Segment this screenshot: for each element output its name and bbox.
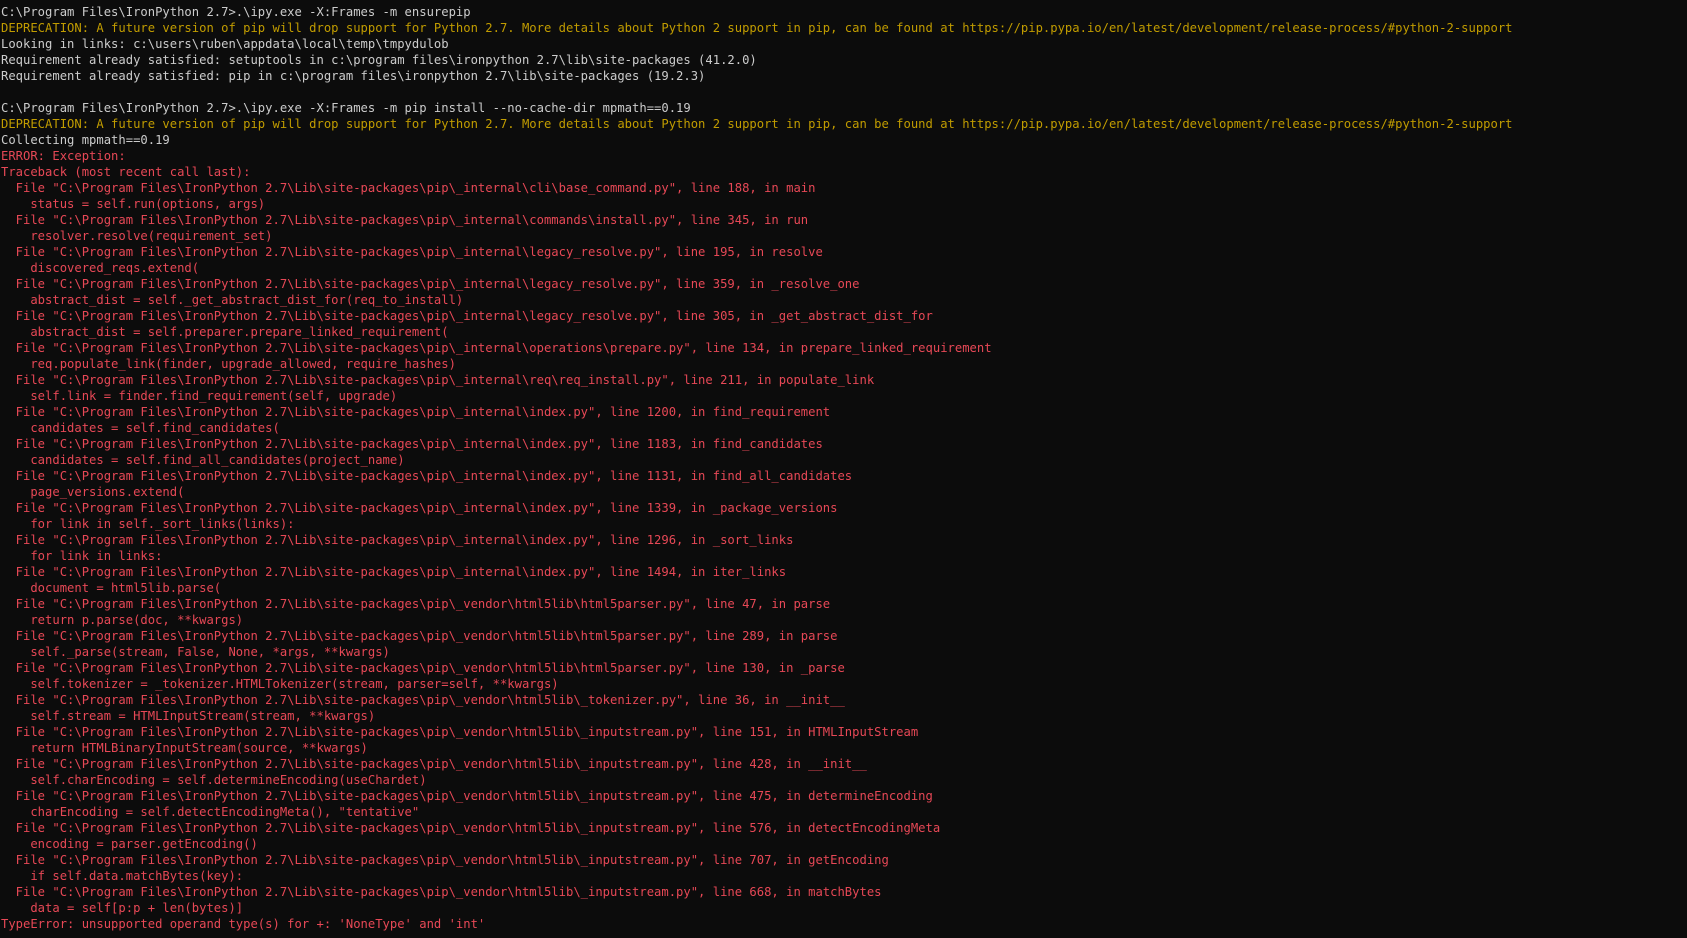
- error-line: page_versions.extend(: [1, 485, 185, 499]
- error-line: status = self.run(options, args): [1, 197, 266, 211]
- output-line: Requirement already satisfied: pip in c:…: [1, 69, 706, 83]
- error-line: for link in self._sort_links(links):: [1, 517, 295, 531]
- error-line: return HTMLBinaryInputStream(source, **k…: [1, 741, 368, 755]
- error-line: data = self[p:p + len(bytes)]: [1, 901, 244, 915]
- output-line: Collecting mpmath==0.19: [1, 133, 170, 147]
- output-line: C:\Program Files\IronPython 2.7>.\ipy.ex…: [1, 5, 471, 19]
- error-line: encoding = parser.getEncoding(): [1, 837, 258, 851]
- output-line: Requirement already satisfied: setuptool…: [1, 53, 757, 67]
- error-line: return p.parse(doc, **kwargs): [1, 613, 244, 627]
- error-line: File "C:\Program Files\IronPython 2.7\Li…: [1, 373, 875, 387]
- error-line: abstract_dist = self.preparer.prepare_li…: [1, 325, 449, 339]
- error-line: File "C:\Program Files\IronPython 2.7\Li…: [1, 725, 919, 739]
- error-line: abstract_dist = self._get_abstract_dist_…: [1, 293, 464, 307]
- output-line: Looking in links: c:\users\ruben\appdata…: [1, 37, 449, 51]
- error-line: File "C:\Program Files\IronPython 2.7\Li…: [1, 213, 809, 227]
- error-line: self._parse(stream, False, None, *args, …: [1, 645, 390, 659]
- error-line: self.charEncoding = self.determineEncodi…: [1, 773, 427, 787]
- deprecation-warning-line: DEPRECATION: A future version of pip wil…: [1, 21, 1513, 35]
- error-line: File "C:\Program Files\IronPython 2.7\Li…: [1, 597, 831, 611]
- error-line: for link in links:: [1, 549, 163, 563]
- error-line: Traceback (most recent call last):: [1, 165, 251, 179]
- error-line: File "C:\Program Files\IronPython 2.7\Li…: [1, 277, 860, 291]
- error-line: File "C:\Program Files\IronPython 2.7\Li…: [1, 245, 823, 259]
- error-line: File "C:\Program Files\IronPython 2.7\Li…: [1, 533, 794, 547]
- error-line: req.populate_link(finder, upgrade_allowe…: [1, 357, 456, 371]
- error-line: File "C:\Program Files\IronPython 2.7\Li…: [1, 181, 816, 195]
- error-line: ERROR: Exception:: [1, 149, 126, 163]
- error-line: File "C:\Program Files\IronPython 2.7\Li…: [1, 757, 867, 771]
- error-line: File "C:\Program Files\IronPython 2.7\Li…: [1, 341, 992, 355]
- error-line: self.tokenizer = _tokenizer.HTMLTokenize…: [1, 677, 559, 691]
- error-line: File "C:\Program Files\IronPython 2.7\Li…: [1, 885, 882, 899]
- error-line: if self.data.matchBytes(key):: [1, 869, 244, 883]
- error-line: TypeError: unsupported operand type(s) f…: [1, 917, 486, 931]
- error-line: File "C:\Program Files\IronPython 2.7\Li…: [1, 821, 941, 835]
- error-line: charEncoding = self.detectEncodingMeta()…: [1, 805, 420, 819]
- console-window[interactable]: C:\Program Files\IronPython 2.7>.\ipy.ex…: [0, 0, 1687, 938]
- output-line: C:\Program Files\IronPython 2.7>.\ipy.ex…: [1, 101, 691, 115]
- error-line: File "C:\Program Files\IronPython 2.7\Li…: [1, 789, 933, 803]
- error-line: File "C:\Program Files\IronPython 2.7\Li…: [1, 405, 831, 419]
- error-line: self.stream = HTMLInputStream(stream, **…: [1, 709, 376, 723]
- error-line: candidates = self.find_candidates(: [1, 421, 280, 435]
- deprecation-warning-line: DEPRECATION: A future version of pip wil…: [1, 117, 1513, 131]
- error-line: File "C:\Program Files\IronPython 2.7\Li…: [1, 565, 787, 579]
- error-line: File "C:\Program Files\IronPython 2.7\Li…: [1, 661, 845, 675]
- error-line: self.link = finder.find_requirement(self…: [1, 389, 398, 403]
- error-line: discovered_reqs.extend(: [1, 261, 200, 275]
- error-line: File "C:\Program Files\IronPython 2.7\Li…: [1, 437, 823, 451]
- error-line: File "C:\Program Files\IronPython 2.7\Li…: [1, 309, 933, 323]
- error-line: File "C:\Program Files\IronPython 2.7\Li…: [1, 853, 889, 867]
- error-line: File "C:\Program Files\IronPython 2.7\Li…: [1, 629, 838, 643]
- error-line: File "C:\Program Files\IronPython 2.7\Li…: [1, 469, 853, 483]
- error-line: document = html5lib.parse(: [1, 581, 222, 595]
- error-line: File "C:\Program Files\IronPython 2.7\Li…: [1, 501, 838, 515]
- error-line: File "C:\Program Files\IronPython 2.7\Li…: [1, 693, 845, 707]
- error-line: candidates = self.find_all_candidates(pr…: [1, 453, 405, 467]
- error-line: resolver.resolve(requirement_set): [1, 229, 273, 243]
